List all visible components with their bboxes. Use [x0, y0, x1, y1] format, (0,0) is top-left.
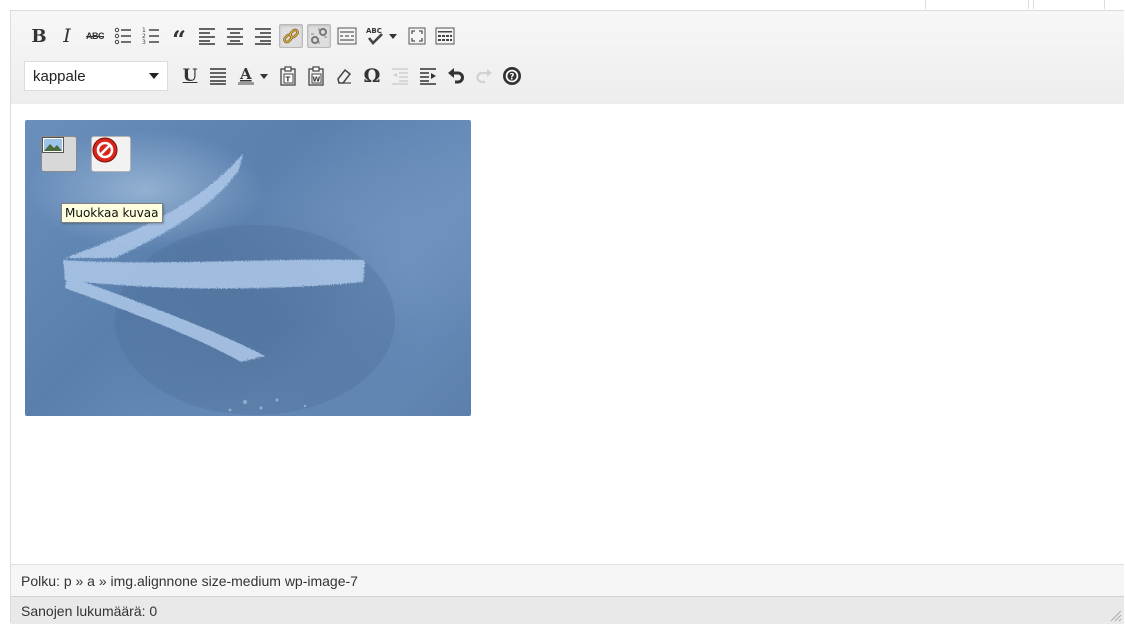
editor-content-area[interactable]: Muokkaa kuvaa: [11, 104, 1124, 564]
redo-icon: [476, 69, 492, 84]
clear-formatting-button[interactable]: [332, 64, 356, 88]
kitchen-sink-button[interactable]: [433, 24, 457, 48]
undo-button[interactable]: [444, 64, 468, 88]
edit-image-button[interactable]: [41, 136, 77, 172]
blockquote-button[interactable]: “: [167, 24, 191, 52]
chevron-down-icon: [149, 73, 159, 79]
align-left-icon: [199, 28, 215, 45]
more-tag-icon: [337, 27, 357, 45]
outdent-button[interactable]: [388, 64, 412, 88]
indent-button[interactable]: [416, 64, 440, 88]
bullet-list-icon: [114, 27, 131, 45]
numbered-list-icon: 123: [142, 27, 159, 45]
eraser-icon: [337, 68, 352, 84]
image-icon: [42, 137, 64, 153]
paste-as-text-button[interactable]: T: [276, 64, 300, 88]
underline-button[interactable]: U: [178, 64, 202, 88]
svg-text:A: A: [239, 66, 252, 83]
delete-icon: [92, 137, 118, 163]
fullscreen-button[interactable]: [405, 24, 429, 48]
text-color-icon: A: [238, 66, 254, 85]
insert-link-button[interactable]: [279, 24, 303, 48]
text-color-dropdown-arrow[interactable]: [260, 73, 268, 79]
svg-text:?: ?: [510, 72, 515, 82]
bullet-list-button[interactable]: [111, 24, 135, 48]
editor-toolbar: B I ABC 123 “ ABC kappale U A T W Ω ?: [11, 11, 1124, 105]
fullscreen-icon: [408, 27, 426, 45]
tab-edge: [925, 0, 1029, 9]
strikethrough-button[interactable]: ABC: [83, 24, 107, 48]
spellcheck-icon: ABC: [366, 27, 383, 45]
link-icon: [283, 28, 299, 44]
toolbar-row-2: kappale U A T W Ω ?: [24, 61, 528, 91]
align-center-icon: [227, 28, 243, 45]
path-prefix: Polku:: [21, 572, 64, 589]
element-path[interactable]: p » a » img.alignnone size-medium wp-ima…: [64, 573, 358, 589]
outdent-icon: [392, 68, 408, 85]
numbered-list-button[interactable]: 123: [139, 24, 163, 48]
format-select[interactable]: kappale: [24, 61, 168, 91]
editor-frame: B I ABC 123 “ ABC kappale U A T W Ω ? Mu…: [10, 10, 1124, 624]
spellcheck-button[interactable]: ABC: [363, 24, 387, 48]
spellcheck-dropdown-arrow[interactable]: [389, 33, 397, 39]
inserted-image[interactable]: Muokkaa kuvaa: [25, 120, 471, 416]
italic-button[interactable]: I: [55, 24, 79, 48]
word-count-bar: Sanojen lukumäärä: 0: [11, 596, 1124, 624]
svg-text:T: T: [286, 76, 291, 84]
format-select-value: kappale: [33, 67, 86, 85]
redo-button[interactable]: [472, 64, 496, 88]
paste-text-icon: T: [280, 66, 296, 86]
word-count: Sanojen lukumäärä: 0: [21, 602, 158, 619]
undo-icon: [448, 68, 464, 84]
tab-edge: [1033, 0, 1105, 9]
text-color-button[interactable]: A: [234, 64, 258, 88]
resize-grip-icon[interactable]: [1108, 608, 1122, 622]
align-left-button[interactable]: [195, 24, 219, 48]
element-path-bar: Polku: p » a » img.alignnone size-medium…: [11, 564, 1124, 596]
indent-icon: [420, 68, 436, 85]
bold-button[interactable]: B: [27, 24, 51, 48]
top-strip: [0, 0, 1125, 10]
justify-button[interactable]: [206, 64, 230, 88]
paste-word-icon: W: [308, 66, 324, 86]
kitchen-sink-icon: [435, 27, 455, 45]
strikethrough-icon: ABC: [86, 31, 105, 41]
insert-more-button[interactable]: [335, 24, 359, 48]
svg-text:3: 3: [142, 39, 146, 45]
help-icon: ?: [503, 67, 521, 85]
align-center-button[interactable]: [223, 24, 247, 48]
special-character-button[interactable]: Ω: [360, 64, 384, 88]
toolbar-row-1: B I ABC 123 “ ABC: [27, 21, 461, 52]
delete-image-button[interactable]: [91, 136, 131, 172]
paste-from-word-button[interactable]: W: [304, 64, 328, 88]
edit-image-tooltip: Muokkaa kuvaa: [61, 203, 163, 223]
unlink-button[interactable]: [307, 24, 331, 48]
svg-text:ABC: ABC: [366, 27, 382, 35]
align-right-icon: [255, 28, 271, 45]
svg-text:W: W: [313, 76, 321, 84]
justify-icon: [210, 68, 226, 85]
unlink-icon: [311, 28, 327, 44]
align-right-button[interactable]: [251, 24, 275, 48]
help-button[interactable]: ?: [500, 64, 524, 88]
